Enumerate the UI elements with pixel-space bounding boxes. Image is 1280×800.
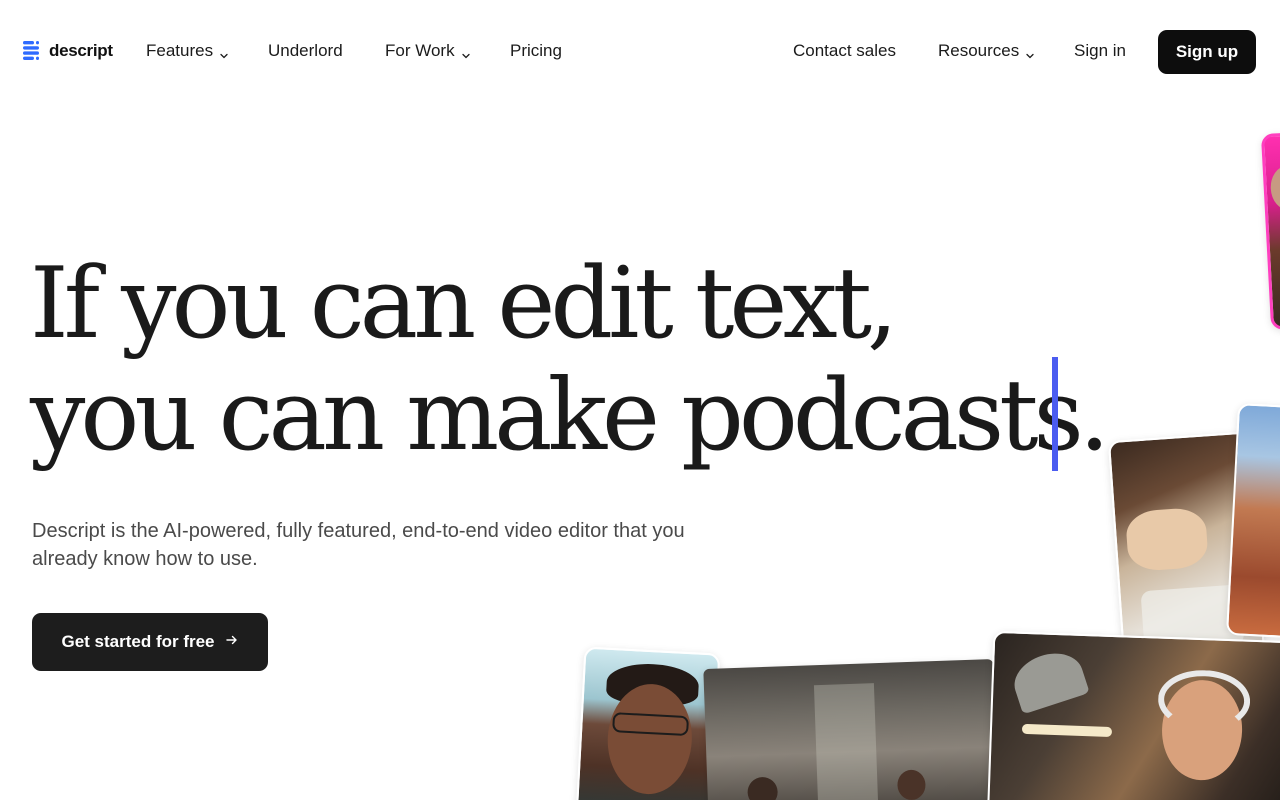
nav-for-work[interactable]: For Work <box>385 41 471 61</box>
nav-contact-sales[interactable]: Contact sales <box>793 41 896 61</box>
nav-contact-sales-label: Contact sales <box>793 41 896 60</box>
get-started-button[interactable]: Get started for free <box>32 613 268 671</box>
logo-link[interactable]: descript <box>23 40 113 62</box>
chevron-down-icon <box>1025 46 1035 59</box>
nav-resources-label: Resources <box>938 41 1020 60</box>
sign-in-label: Sign in <box>1074 41 1126 60</box>
media-preview-room-card <box>703 658 999 800</box>
nav-underlord[interactable]: Underlord <box>268 41 343 61</box>
top-nav: descript Features Underlord For Work Pri… <box>0 0 1280 104</box>
text-cursor-accent <box>1052 357 1058 471</box>
nav-pricing-label: Pricing <box>510 41 562 60</box>
media-preview-pink-card <box>1260 132 1280 330</box>
hero-headline-line-1: If you can edit text, <box>30 247 898 361</box>
sign-up-button[interactable]: Sign up <box>1158 30 1256 74</box>
nav-pricing[interactable]: Pricing <box>510 41 562 61</box>
media-preview-headphones-card <box>986 630 1280 800</box>
hero-subhead: Descript is the AI-powered, fully featur… <box>32 520 685 570</box>
sign-in-link[interactable]: Sign in <box>1074 41 1126 61</box>
logo-text: descript <box>49 41 113 60</box>
nav-underlord-label: Underlord <box>268 41 343 60</box>
media-preview-speaker-card <box>575 646 721 800</box>
hero-headline-line-2: you can make podcasts. <box>30 359 1110 473</box>
nav-for-work-label: For Work <box>385 41 455 60</box>
descript-logo-icon <box>23 40 43 62</box>
nav-resources[interactable]: Resources <box>938 41 1035 61</box>
get-started-label: Get started for free <box>61 632 215 651</box>
hero-headline: If you can edit text, you can make podca… <box>30 247 1110 473</box>
chevron-down-icon <box>461 46 471 59</box>
arrow-right-icon <box>225 632 239 652</box>
nav-features[interactable]: Features <box>146 41 229 61</box>
nav-features-label: Features <box>146 41 214 60</box>
chevron-down-icon <box>219 46 229 59</box>
